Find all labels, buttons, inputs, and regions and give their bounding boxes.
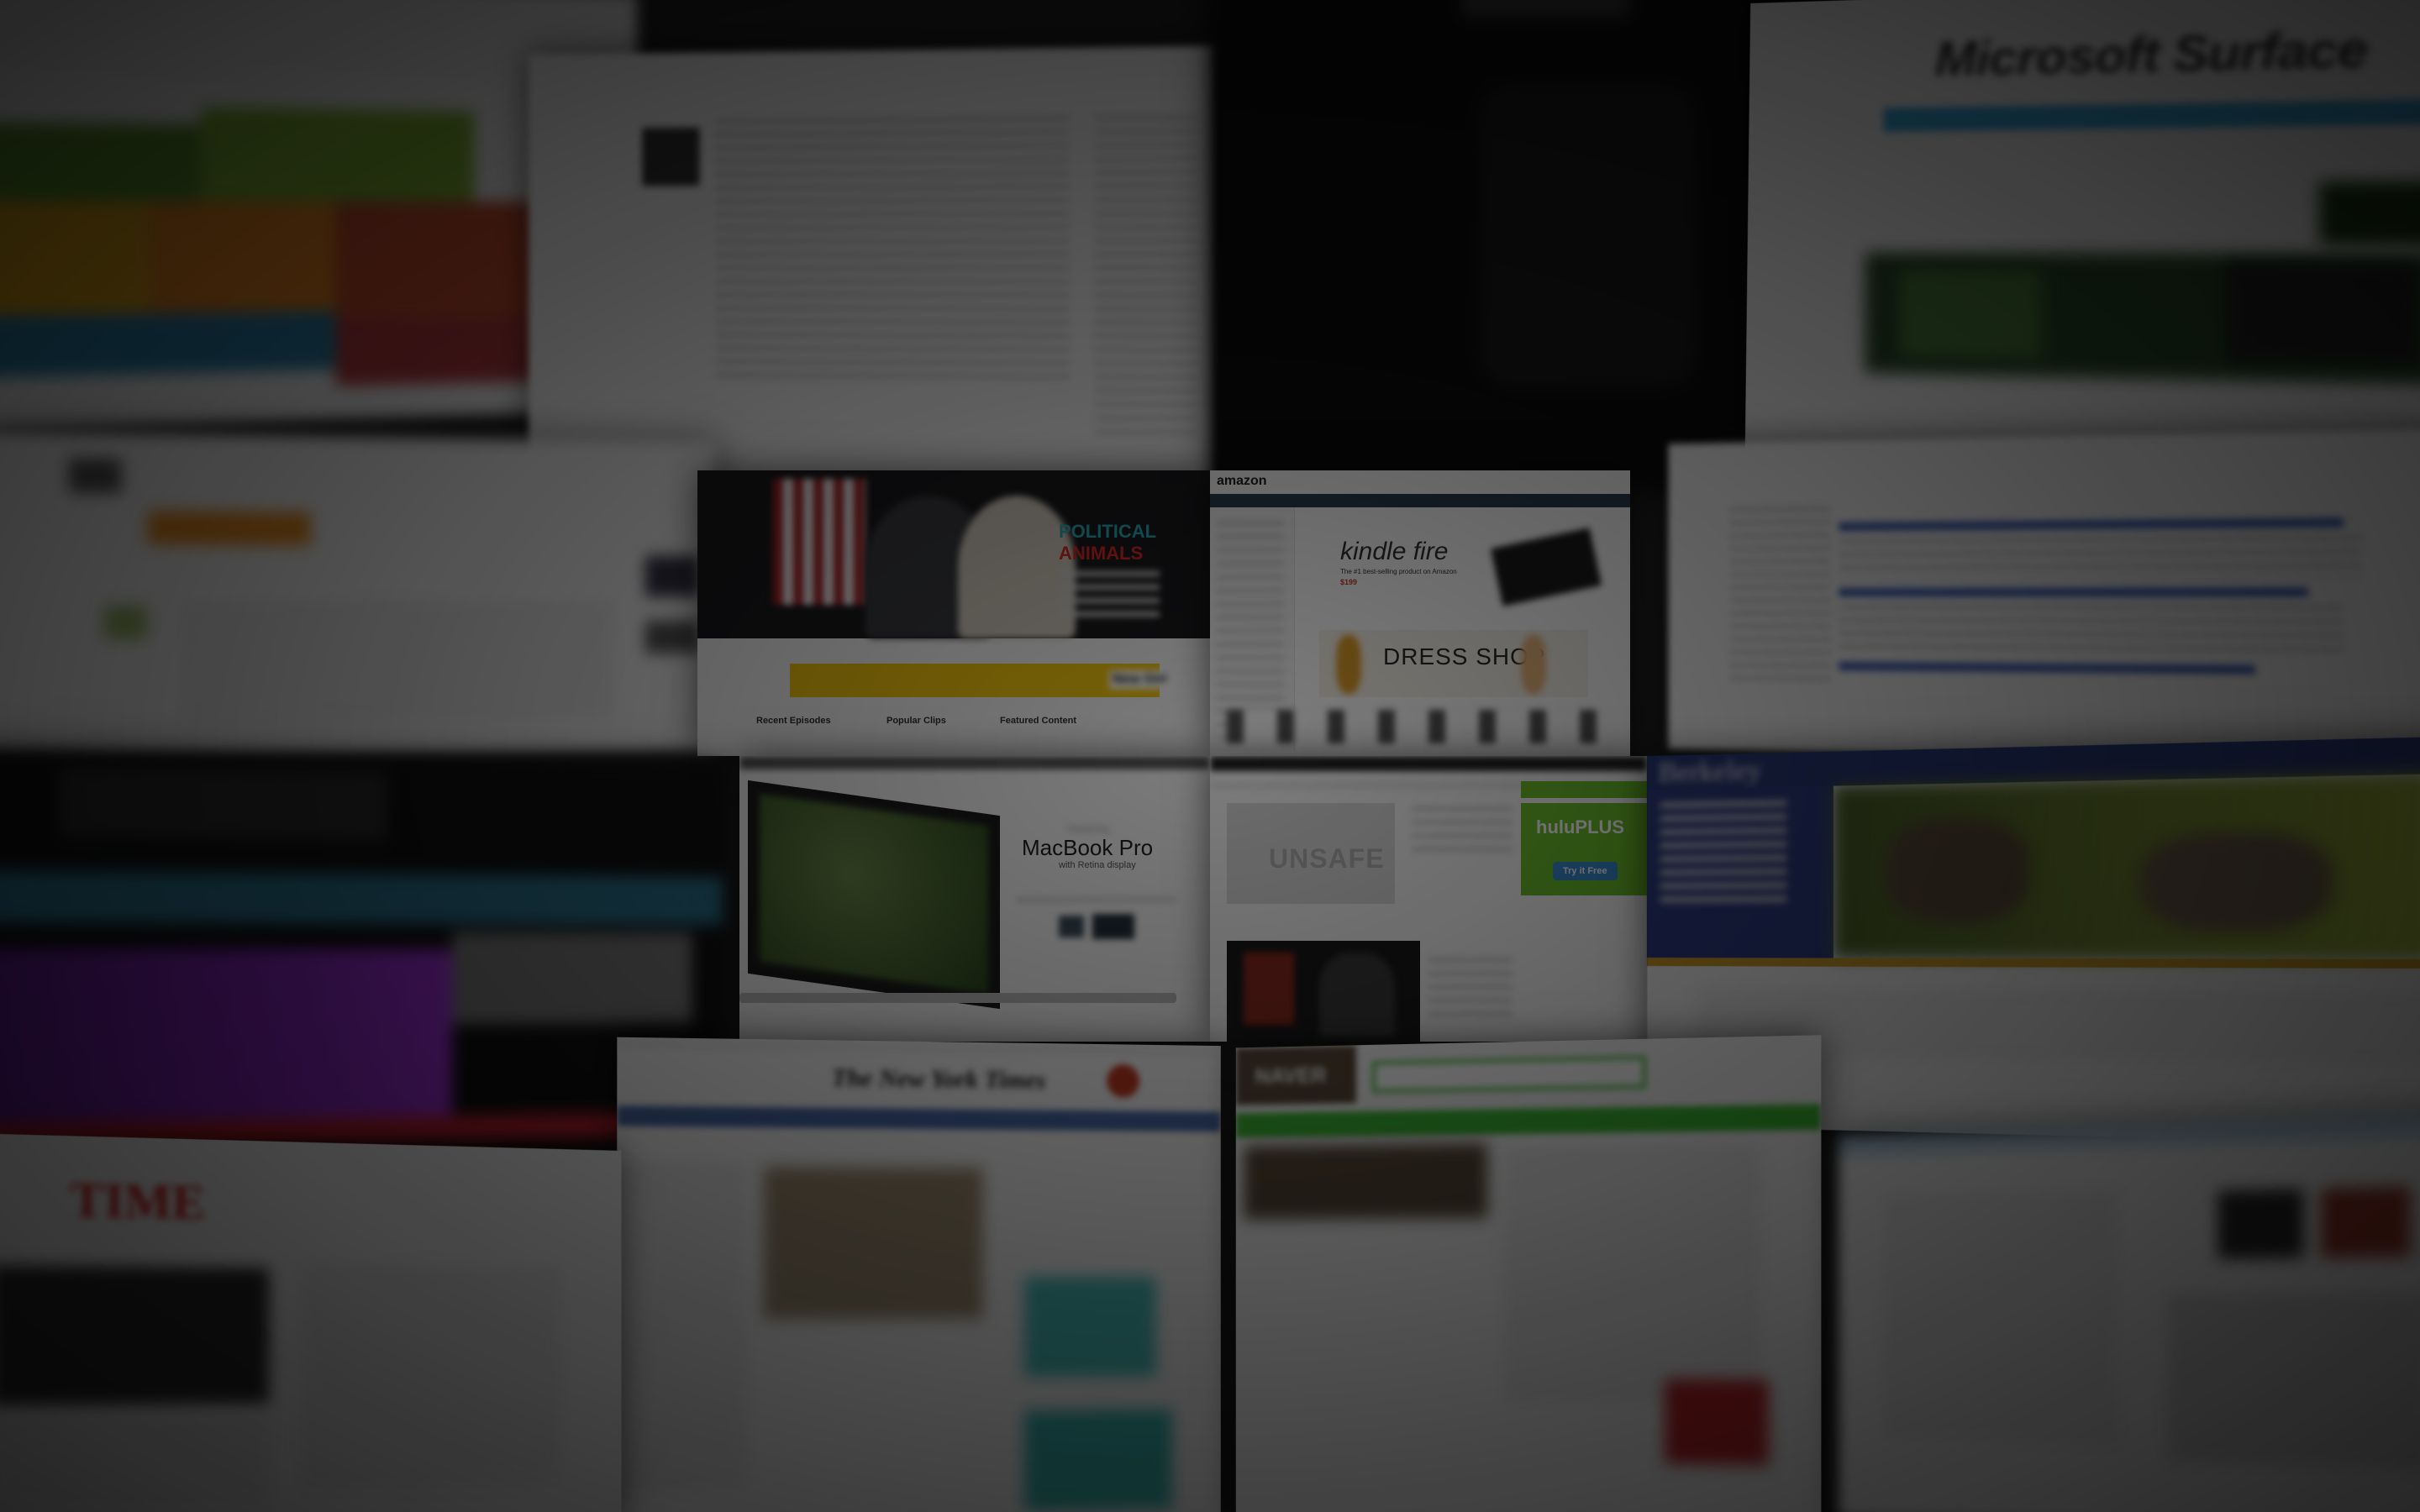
website-collage: Microsoft Surface POLITICAL ANIMALS New … [0, 0, 2420, 1512]
kindle-price: $199 [1340, 578, 1358, 586]
site-tile-time: TIME [0, 1133, 622, 1512]
macbook-title: MacBook Pro [1022, 835, 1154, 860]
kindle-fire-title: kindle fire [1340, 538, 1449, 565]
amazon-logo: amazon [1217, 474, 1267, 488]
site-tile-article [529, 45, 1217, 492]
site-tile-video-purple [0, 748, 723, 1168]
nyt-logo: The New York Times [831, 1063, 1046, 1095]
site-tile-hulu-plus: UNSAFE huluPLUS Try it Free [1210, 756, 1647, 1042]
microsoft-surface-title: Microsoft Surface [1934, 20, 2369, 87]
hulu-trial-button[interactable]: Try it Free [1553, 862, 1618, 880]
macbook-subtitle: with Retina display [1059, 860, 1136, 870]
recent-episodes-label: Recent Episodes [756, 716, 831, 726]
newgirl-badge: New Girl [1109, 670, 1171, 689]
featured-content-label: Featured Content [1000, 716, 1077, 726]
political-title-line1: POLITICAL [1059, 521, 1157, 542]
site-tile-search-results-right [1668, 428, 2420, 764]
time-logo: TIME [70, 1171, 206, 1231]
site-tile-microsoft-surface: Microsoft Surface [1744, 0, 2420, 481]
berkeley-logo: Berkeley [1658, 754, 1762, 789]
site-tile-new-york-times: The New York Times [617, 1037, 1221, 1512]
naver-logo: NAVER [1255, 1062, 1327, 1089]
site-tile-search-results-left [0, 430, 716, 763]
hulu-logo: huluPLUS [1536, 816, 1625, 837]
site-tile-naver: NAVER [1235, 1035, 1822, 1512]
political-title-line2: ANIMALS [1059, 543, 1144, 564]
site-tile-amazon: amazon kindle fire The #1 best-selling p… [1210, 470, 1630, 756]
macbook-tagline-top: Introducing [1067, 825, 1109, 834]
site-tile-news-right [1839, 1113, 2420, 1512]
kindle-tagline: The #1 best-selling product on Amazon [1340, 568, 1457, 575]
site-tile-apple-macbook: Introducing MacBook Pro with Retina disp… [739, 756, 1210, 1042]
unsafe-title: UNSAFE [1269, 843, 1385, 874]
popular-clips-label: Popular Clips [886, 716, 946, 726]
site-tile-political-animals: POLITICAL ANIMALS New Girl Recent Episod… [697, 470, 1210, 756]
